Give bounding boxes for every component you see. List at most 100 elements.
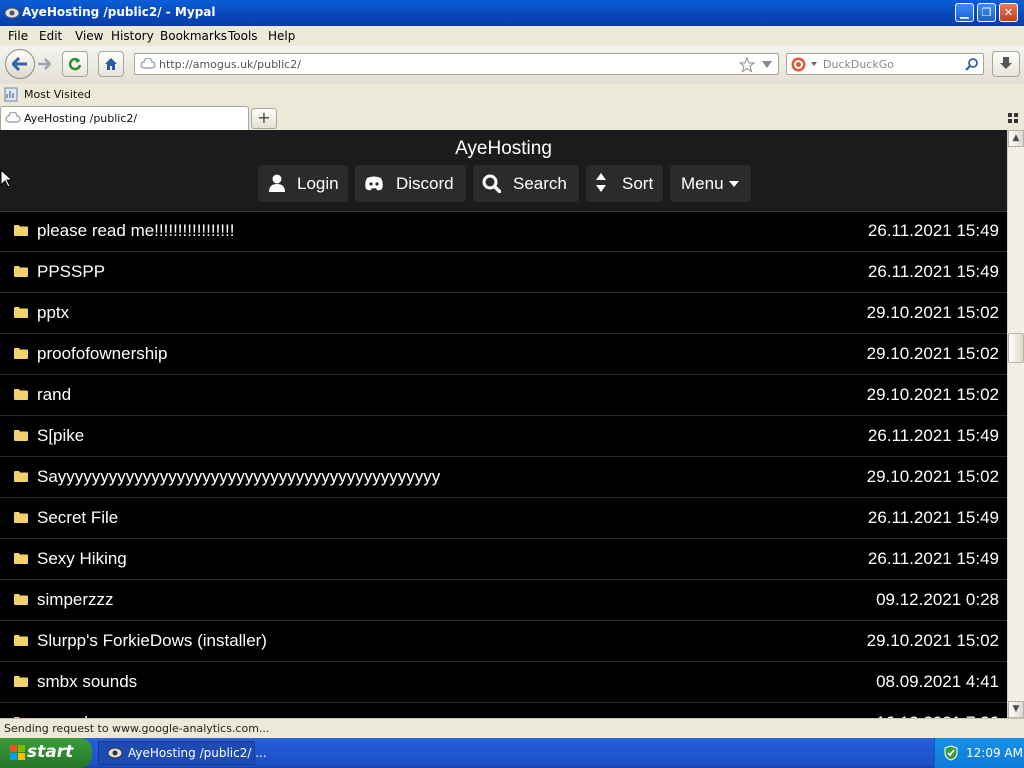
search-box[interactable]: DuckDuckGo: [786, 53, 984, 75]
file-row[interactable]: simperzzz 09.12.2021 0:28: [0, 580, 1007, 621]
menu-bookmarks[interactable]: Bookmarks: [160, 29, 227, 43]
mouse-cursor-icon: [0, 169, 12, 188]
search-engine-dropdown-icon[interactable]: [811, 62, 817, 66]
file-name-link[interactable]: PPSSPP: [37, 262, 105, 282]
window-title: AyeHosting /public2/ - Mypal: [22, 5, 216, 19]
back-button[interactable]: [5, 49, 35, 79]
search-icon[interactable]: [965, 57, 979, 71]
file-name-link[interactable]: simperzzz: [37, 590, 114, 610]
file-name-link[interactable]: S[pike: [37, 426, 84, 446]
file-name-link[interactable]: Sayyyyyyyyyyyyyyyyyyyyyyyyyyyyyyyyyyyyyy…: [37, 467, 440, 487]
scroll-down-button[interactable]: ▼: [1008, 701, 1024, 718]
search-placeholder: DuckDuckGo: [823, 58, 894, 71]
status-text: Sending request to www.google-analytics.…: [4, 722, 270, 735]
file-row[interactable]: pptx 29.10.2021 15:02: [0, 293, 1007, 334]
menu-view[interactable]: View: [75, 29, 103, 43]
restore-button[interactable]: ❐: [977, 3, 996, 22]
file-row[interactable]: Sayyyyyyyyyyyyyyyyyyyyyyyyyyyyyyyyyyyyyy…: [0, 457, 1007, 498]
file-date: 29.10.2021 15:02: [866, 631, 999, 650]
folder-icon: [14, 512, 28, 523]
menu-file[interactable]: File: [8, 29, 28, 43]
folder-icon: [14, 430, 28, 441]
url-bar[interactable]: http://amogus.uk/public2/: [134, 53, 779, 75]
discord-icon: [365, 176, 383, 191]
file-row[interactable]: proofofownership 29.10.2021 15:02: [0, 334, 1007, 375]
downloads-button[interactable]: [992, 51, 1020, 77]
menu-dropdown-button[interactable]: Menu: [670, 165, 751, 202]
file-name-link[interactable]: pptx: [37, 303, 69, 323]
vertical-scrollbar[interactable]: ▲ ▼: [1007, 130, 1024, 718]
system-tray: 12:09 AM: [934, 738, 1024, 768]
file-date: 26.11.2021 15:49: [867, 508, 999, 527]
home-button[interactable]: [98, 51, 124, 77]
discord-button[interactable]: Discord: [355, 165, 466, 202]
menu-tools[interactable]: Tools: [228, 29, 258, 43]
menu-help[interactable]: Help: [268, 29, 295, 43]
folder-icon: [14, 471, 28, 482]
file-row[interactable]: Slurpp's ForkieDows (installer) 29.10.202…: [0, 621, 1007, 662]
duckduckgo-icon[interactable]: [791, 57, 806, 72]
back-arrow-icon: [12, 57, 27, 71]
tab-list-icon[interactable]: [1008, 113, 1018, 123]
folder-icon: [14, 594, 28, 605]
folder-icon: [14, 266, 28, 277]
file-name-link[interactable]: Secret File: [37, 508, 118, 528]
close-button[interactable]: ✕: [999, 3, 1018, 22]
file-name-link[interactable]: proofofownership: [37, 344, 167, 364]
site-title[interactable]: AyeHosting: [0, 138, 1007, 160]
file-name-link[interactable]: please read me!!!!!!!!!!!!!!!!!: [37, 221, 234, 241]
taskbar-window-item[interactable]: AyeHosting /public2/ ...: [98, 741, 267, 765]
menu-edit[interactable]: Edit: [39, 29, 62, 43]
scroll-thumb[interactable]: [1008, 333, 1024, 363]
url-text: http://amogus.uk/public2/: [159, 58, 301, 71]
search-button[interactable]: Search: [473, 165, 579, 202]
navigation-toolbar: http://amogus.uk/public2/ DuckDuckGo: [0, 46, 1024, 84]
file-row[interactable]: rand 29.10.2021 15:02: [0, 375, 1007, 416]
file-name-link[interactable]: Slurpp's ForkieDows (installer): [37, 631, 267, 651]
clock: 12:09 AM: [966, 746, 1023, 760]
forward-arrow-icon[interactable]: [37, 58, 51, 70]
status-bar: Sending request to www.google-analytics.…: [0, 718, 1024, 738]
file-row[interactable]: Secret File 26.11.2021 15:49: [0, 498, 1007, 539]
new-tab-button[interactable]: +: [251, 108, 277, 129]
tab-favicon-icon: [5, 112, 21, 123]
reload-button[interactable]: [62, 51, 88, 77]
tab-label: AyeHosting /public2/: [24, 112, 138, 125]
file-date: 29.10.2021 15:02: [866, 303, 999, 322]
file-row[interactable]: S[pike 26.11.2021 15:49: [0, 416, 1007, 457]
file-row[interactable]: smbx sounds 08.09.2021 4:41: [0, 662, 1007, 703]
file-name-link[interactable]: smbx sounds: [37, 672, 137, 692]
sort-button[interactable]: Sort: [586, 165, 663, 202]
user-icon: [269, 174, 285, 192]
login-button[interactable]: Login: [258, 165, 348, 202]
file-name-link[interactable]: rand: [37, 385, 71, 405]
tab-ayehosting[interactable]: AyeHosting /public2/: [0, 106, 249, 130]
bookmark-most-visited[interactable]: Most Visited: [24, 88, 91, 101]
folder-icon: [14, 225, 28, 236]
minimize-button[interactable]: ▁: [955, 3, 974, 22]
security-shield-icon[interactable]: [943, 745, 959, 761]
folder-icon: [14, 635, 28, 646]
scroll-up-button[interactable]: ▲: [1008, 130, 1024, 147]
file-date: 09.12.2021 0:28: [876, 590, 999, 609]
menu-history[interactable]: History: [111, 29, 154, 43]
file-date: 29.10.2021 15:02: [866, 467, 999, 486]
file-row[interactable]: PPSSPP 26.11.2021 15:49: [0, 252, 1007, 293]
magnifier-icon: [482, 174, 501, 193]
bookmark-star-icon[interactable]: [739, 57, 755, 73]
url-dropdown-icon[interactable]: [762, 61, 772, 68]
file-row[interactable]: please read me!!!!!!!!!!!!!!!!! 26.11.202…: [0, 211, 1007, 252]
window-titlebar[interactable]: AyeHosting /public2/ - Mypal ▁ ❐ ✕: [0, 0, 1024, 26]
bookmarks-toolbar: Most Visited: [0, 84, 1024, 106]
start-button[interactable]: start: [0, 738, 92, 768]
file-date: 26.11.2021 15:49: [867, 426, 999, 445]
file-date: 08.09.2021 4:41: [876, 672, 999, 691]
file-date: 29.10.2021 15:02: [866, 385, 999, 404]
sort-label: Sort: [622, 174, 654, 193]
file-name-link[interactable]: Sexy Hiking: [37, 549, 127, 569]
file-row[interactable]: Sexy Hiking 26.11.2021 15:49: [0, 539, 1007, 580]
file-row[interactable]: so and se16.12.2021 7:36: [0, 703, 1007, 718]
search-label: Search: [513, 174, 567, 193]
discord-label: Discord: [396, 174, 454, 193]
web-page: AyeHosting Login Discord Search Sort Men…: [0, 130, 1007, 718]
